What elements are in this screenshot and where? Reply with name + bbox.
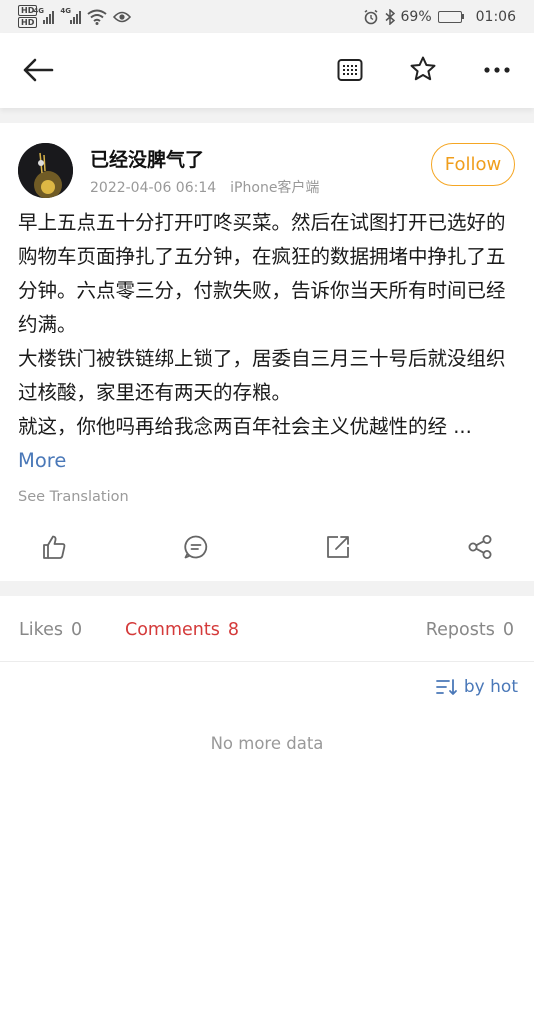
interaction-tabs: Likes 0 Comments 8 Reposts 0 (0, 596, 534, 662)
tab-reposts-count: 0 (502, 620, 514, 640)
more-options-button[interactable] (477, 50, 517, 90)
sort-label: by hot (463, 677, 518, 697)
avatar[interactable] (18, 143, 73, 198)
signal-1-icon: 4G (33, 7, 55, 24)
reader-mode-button[interactable] (330, 50, 370, 90)
tab-likes-count: 0 (71, 620, 83, 640)
see-translation-link[interactable]: See Translation (18, 489, 129, 505)
post-date: 2022-04-06 06:14 (90, 180, 217, 196)
back-button[interactable] (18, 50, 58, 90)
post-actions (0, 527, 534, 567)
post-source: iPhone客户端 (230, 180, 320, 196)
tab-likes[interactable]: Likes 0 (19, 620, 82, 640)
reader-icon (337, 59, 363, 81)
tab-comments-count: 8 (227, 620, 239, 640)
tab-comments[interactable]: Comments 8 (125, 620, 239, 640)
network-type-2: 4G (60, 6, 71, 15)
post-paragraph-2: 大楼铁门被铁链绑上锁了，居委自三月三十号后就没组织过核酸，家里还有两天的存粮。 (18, 347, 506, 404)
repost-button[interactable] (318, 527, 358, 567)
tab-reposts-label: Reposts (425, 620, 495, 640)
comments-section: by hot No more data (0, 662, 534, 1024)
no-more-data-text: No more data (210, 734, 324, 753)
share-out-icon (327, 536, 349, 558)
wifi-icon (87, 9, 107, 25)
status-right: 69% 01:06 (363, 8, 516, 25)
tab-comments-label: Comments (125, 620, 220, 640)
top-nav-bar (0, 33, 534, 108)
status-left: HD HD 4G 4G (18, 5, 132, 28)
bluetooth-icon (385, 8, 395, 25)
sort-button[interactable]: by hot (435, 677, 518, 697)
tab-reposts[interactable]: Reposts 0 (426, 620, 514, 640)
tab-likes-label: Likes (19, 620, 64, 640)
eye-icon (113, 11, 132, 22)
post-card: 已经没脾气了 2022-04-06 06:14 iPhone客户端 Follow … (0, 123, 534, 581)
share-nodes-icon (468, 535, 492, 559)
status-bar: HD HD 4G 4G 69% 01:06 (0, 0, 534, 33)
favorite-button[interactable] (403, 49, 443, 89)
share-button[interactable] (460, 527, 500, 567)
like-button[interactable] (34, 527, 74, 567)
comment-bubble-icon (184, 535, 208, 559)
hd-badge-2: HD (18, 17, 38, 28)
clock: 01:06 (475, 8, 516, 25)
post-meta: 2022-04-06 06:14 iPhone客户端 (90, 177, 319, 197)
ellipsis: ... (447, 415, 472, 438)
post-content: 早上五点五十分打开叮咚买菜。然后在试图打开已选好的购物车页面挣扎了五分钟，在疯狂… (18, 206, 518, 478)
comment-button[interactable] (176, 527, 216, 567)
star-icon (410, 56, 436, 81)
more-dots-icon (484, 67, 510, 73)
signal-2-icon: 4G (60, 7, 82, 24)
network-type-1: 4G (33, 6, 44, 15)
battery-icon (437, 10, 464, 23)
alarm-icon (364, 9, 377, 24)
more-link[interactable]: More (18, 449, 66, 472)
arrow-left-icon (23, 58, 54, 82)
post-paragraph-3: 就这，你他吗再给我念两百年社会主义优越性的经 ... More (18, 410, 518, 478)
post-paragraph-3-text: 就这，你他吗再给我念两百年社会主义优越性的经 (18, 415, 448, 438)
follow-button[interactable]: Follow (431, 143, 515, 186)
battery-percent: 69% (400, 8, 432, 25)
sort-icon (435, 679, 457, 695)
post-paragraph-1: 早上五点五十分打开叮咚买菜。然后在试图打开已选好的购物车页面挣扎了五分钟，在疯狂… (18, 211, 506, 336)
thumbs-up-icon (43, 535, 66, 559)
author-name[interactable]: 已经没脾气了 (90, 145, 204, 172)
